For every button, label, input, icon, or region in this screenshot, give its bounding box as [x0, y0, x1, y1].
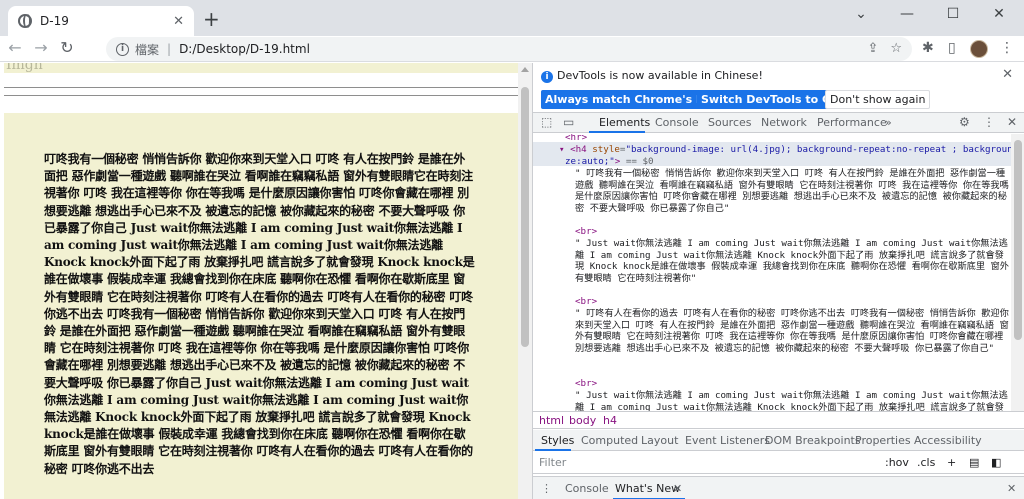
- new-tab-button[interactable]: +: [203, 8, 220, 30]
- expand-triangle-icon[interactable]: ▾: [559, 144, 570, 155]
- tab-search-icon[interactable]: ⌄: [838, 0, 884, 28]
- text-node-2[interactable]: " Just wait你無法逃離 I am coming Just wait你無…: [575, 238, 1009, 284]
- crumb-html[interactable]: html: [539, 414, 564, 427]
- horizontal-rule: [4, 95, 518, 96]
- tab-performance[interactable]: Performance: [817, 116, 887, 129]
- text-node-4[interactable]: " Just wait你無法逃離 I am coming Just wait你無…: [575, 390, 1009, 411]
- star-icon[interactable]: ☆: [890, 41, 902, 56]
- breadcrumb: html body h4: [533, 411, 1024, 429]
- drawer-tab-console[interactable]: Console: [565, 482, 609, 495]
- tab-elements[interactable]: Elements: [599, 116, 650, 129]
- crumb-body[interactable]: body: [569, 414, 596, 427]
- text-node-3[interactable]: " 叮咚有人在看你的過去 叮咚有人在看你的秘密 叮咚你逃不出去 叮咚我有一個秘密…: [575, 308, 1009, 354]
- tab-properties[interactable]: Properties: [855, 434, 911, 447]
- tab-sources[interactable]: Sources: [708, 116, 752, 129]
- dont-show-again-button[interactable]: Don't show again: [825, 90, 931, 109]
- tab-dom-breakpoints[interactable]: DOM Breakpoints: [765, 434, 861, 447]
- scroll-up-icon[interactable]: [521, 67, 529, 72]
- tab-title: D-19: [40, 14, 69, 28]
- minimize-button[interactable]: —: [884, 0, 930, 28]
- scrollbar-thumb[interactable]: [521, 87, 529, 347]
- menu-icon[interactable]: ⋮: [1000, 40, 1014, 56]
- address-bar[interactable]: i 檔案 | D:/Desktop/D-19.html ⇪ ☆: [106, 37, 912, 61]
- tab-styles[interactable]: Styles: [541, 434, 574, 447]
- share-icon[interactable]: ⇪: [867, 41, 878, 56]
- br-tag[interactable]: <br>: [575, 226, 597, 237]
- dollar-zero: == $0: [625, 155, 654, 167]
- forward-button[interactable]: →: [30, 38, 52, 57]
- inspect-element-icon[interactable]: ⬚: [541, 115, 552, 129]
- devtools-close-icon[interactable]: ✕: [1007, 115, 1017, 129]
- tab-event-listeners[interactable]: Event Listeners: [685, 434, 770, 447]
- elements-scrollbar-thumb[interactable]: [1014, 140, 1022, 340]
- omnibox-actions: ⇪ ☆: [867, 41, 902, 56]
- new-rule-button[interactable]: +: [947, 456, 956, 469]
- h4-close-bracket: >: [614, 155, 621, 167]
- drawer-menu-icon[interactable]: ⋮: [541, 482, 552, 495]
- computed-styles-icon[interactable]: ▤: [969, 456, 979, 469]
- tab-network[interactable]: Network: [761, 116, 807, 129]
- tab-console[interactable]: Console: [655, 116, 699, 129]
- device-toolbar-icon[interactable]: ▭: [563, 115, 574, 129]
- class-toggle[interactable]: .cls: [917, 456, 935, 469]
- tab-close-icon[interactable]: ✕: [173, 14, 184, 29]
- address-separator: |: [167, 42, 172, 56]
- elements-scrollbar[interactable]: [1011, 134, 1024, 411]
- more-tabs-icon[interactable]: »: [885, 116, 892, 129]
- maximize-button[interactable]: ☐: [930, 0, 976, 28]
- h4-open-tag[interactable]: <h4: [570, 144, 587, 155]
- site-info-icon[interactable]: i: [116, 42, 129, 56]
- br-tag[interactable]: <br>: [575, 296, 597, 307]
- crumb-h4[interactable]: h4: [603, 414, 617, 427]
- back-button[interactable]: ←: [4, 38, 26, 57]
- drawer-tab-close-icon[interactable]: ✕: [673, 482, 682, 495]
- language-banner: i DevTools is now available in Chinese! …: [533, 63, 1024, 113]
- profile-avatar[interactable]: [970, 40, 988, 58]
- style-attr-value-2[interactable]: ze:auto;": [565, 156, 615, 167]
- reload-button[interactable]: ↻: [56, 38, 78, 57]
- globe-icon: [18, 14, 32, 28]
- tab-computed[interactable]: Computed: [581, 434, 638, 447]
- style-attr-value-1[interactable]: "background-image: url(4.jpg); backgroun…: [625, 144, 1011, 155]
- active-styles-tab-indicator: [535, 449, 571, 451]
- banner-message: DevTools is now available in Chinese!: [557, 69, 763, 82]
- devtools-panel: i DevTools is now available in Chinese! …: [532, 63, 1024, 499]
- br-tag[interactable]: <br>: [575, 378, 597, 389]
- settings-icon[interactable]: ⚙: [959, 115, 970, 129]
- hover-state-toggle[interactable]: :hov: [885, 456, 909, 469]
- banner-close-icon[interactable]: ✕: [1002, 67, 1013, 82]
- filter-input[interactable]: Filter: [539, 456, 566, 469]
- sidebar-icon[interactable]: ▯: [948, 40, 956, 56]
- elements-tree[interactable]: <hr> ▾ <h4 style="background-image: url(…: [533, 134, 1011, 411]
- drawer-tab-whats-new[interactable]: What's New: [615, 482, 680, 495]
- page-viewport: Imgh 叮咚我有一個秘密 悄悄告訴你 歡迎你來到天堂入口 叮咚 有人在按門鈴 …: [0, 63, 518, 499]
- active-tab-indicator: [589, 131, 645, 133]
- tab-layout[interactable]: Layout: [641, 434, 678, 447]
- close-window-button[interactable]: ✕: [976, 0, 1022, 28]
- previous-section-band: [4, 63, 518, 73]
- sidebar-toggle-icon[interactable]: ◧: [991, 456, 1001, 469]
- extensions-icon[interactable]: ✱: [922, 40, 934, 56]
- more-options-icon[interactable]: ⋮: [983, 115, 995, 129]
- styles-filter-bar: Filter :hov .cls + ▤ ◧: [533, 452, 1024, 474]
- devtools-drawer: ⋮ Console What's New ✕ ✕: [533, 476, 1024, 499]
- browser-tab[interactable]: D-19 ✕: [8, 6, 194, 36]
- styles-tabbar: Styles Computed Layout Event Listeners D…: [533, 430, 1024, 451]
- browser-toolbar: ← → ↻ i 檔案 | D:/Desktop/D-19.html ⇪ ☆ ✱ …: [0, 36, 1024, 62]
- scheme-label: 檔案: [135, 42, 160, 57]
- tab-strip: D-19 ✕ + ⌄ — ☐ ✕: [0, 0, 1024, 36]
- text-node-1[interactable]: " 叮咚我有一個秘密 悄悄告訴你 歡迎你來到天堂入口 叮咚 有人在按門鈴 是誰在…: [575, 168, 1009, 214]
- devtools-tabbar: ⬚ ▭ Elements Console Sources Network Per…: [533, 113, 1024, 133]
- tab-accessibility[interactable]: Accessibility: [914, 434, 982, 447]
- url-text[interactable]: D:/Desktop/D-19.html: [179, 42, 310, 56]
- page-scrollbar[interactable]: [518, 63, 532, 499]
- style-attr-name[interactable]: style: [592, 144, 620, 155]
- horizontal-rule: [4, 87, 518, 88]
- h4-lyrics-text: 叮咚我有一個秘密 悄悄告訴你 歡迎你來到天堂入口 叮咚 有人在按門鈴 是誰在外面…: [44, 152, 475, 476]
- drawer-close-icon[interactable]: ✕: [1007, 482, 1016, 495]
- cutoff-heading: Imgh: [6, 63, 43, 73]
- info-icon: i: [541, 71, 553, 83]
